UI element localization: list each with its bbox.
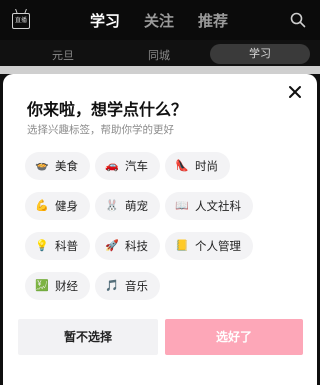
muscle-icon: 💪 [35, 199, 49, 212]
background-strip [0, 66, 320, 74]
tab-following[interactable]: 关注 [144, 10, 174, 32]
chip-car[interactable]: 🚗 汽车 [95, 152, 160, 180]
music-note-icon: 🎵 [105, 279, 119, 292]
live-icon-text: 直播 [14, 17, 27, 24]
chip-music[interactable]: 🎵 音乐 [95, 272, 160, 300]
sub-tab-new-year[interactable]: 元旦 [52, 47, 74, 63]
chip-popular-science[interactable]: 💡 科普 [25, 232, 90, 260]
chip-label: 汽车 [125, 159, 148, 173]
notebook-icon: 📒 [175, 239, 189, 252]
modal-subtitle: 选择兴趣标签，帮助你学的更好 [27, 124, 174, 136]
chip-food[interactable]: 🍲 美食 [25, 152, 90, 180]
book-icon: 📖 [175, 199, 189, 212]
chip-label: 萌宠 [125, 199, 148, 213]
chart-icon: 💹 [35, 279, 49, 292]
chip-label: 人文社科 [195, 199, 241, 213]
chip-humanities[interactable]: 📖 人文社科 [165, 192, 253, 220]
chip-technology[interactable]: 🚀 科技 [95, 232, 160, 260]
chip-pets[interactable]: 🐰 萌宠 [95, 192, 160, 220]
done-button[interactable]: 选好了 [165, 319, 303, 355]
chip-label: 时尚 [195, 159, 218, 173]
sub-tab-study[interactable]: 学习 [210, 44, 310, 64]
chip-fitness[interactable]: 💪 健身 [25, 192, 90, 220]
chip-label: 财经 [55, 279, 78, 293]
chip-finance[interactable]: 💹 财经 [25, 272, 90, 300]
bulb-icon: 💡 [35, 239, 49, 252]
chip-label: 科技 [125, 239, 148, 253]
chip-label: 音乐 [125, 279, 148, 293]
live-tv-icon[interactable]: 直播 [12, 13, 30, 29]
chip-label: 健身 [55, 199, 78, 213]
chip-self-management[interactable]: 📒 个人管理 [165, 232, 253, 260]
interest-modal: 你来啦，想学点什么？ 选择兴趣标签，帮助你学的更好 🍲 美食 🚗 汽车 👠 时尚… [3, 74, 317, 385]
chip-fashion[interactable]: 👠 时尚 [165, 152, 230, 180]
sub-tab-bar: 元旦 同城 学习 [0, 40, 320, 66]
search-icon[interactable] [290, 12, 306, 28]
skip-button[interactable]: 暂不选择 [18, 319, 158, 355]
tab-recommend[interactable]: 推荐 [198, 10, 228, 32]
rabbit-icon: 🐰 [105, 199, 119, 212]
modal-title: 你来啦，想学点什么？ [27, 100, 188, 119]
food-icon: 🍲 [35, 159, 49, 172]
shoe-icon: 👠 [175, 159, 189, 172]
chip-label: 个人管理 [195, 239, 241, 253]
rocket-icon: 🚀 [105, 239, 119, 252]
close-icon[interactable] [287, 84, 303, 100]
top-app-bar: 直播 学习 关注 推荐 [0, 0, 320, 40]
chip-label: 科普 [55, 239, 78, 253]
top-tabs: 学习 关注 推荐 [90, 10, 228, 32]
chip-label: 美食 [55, 159, 78, 173]
car-icon: 🚗 [105, 159, 119, 172]
sub-tab-local[interactable]: 同城 [148, 47, 170, 63]
tab-study[interactable]: 学习 [90, 10, 120, 32]
